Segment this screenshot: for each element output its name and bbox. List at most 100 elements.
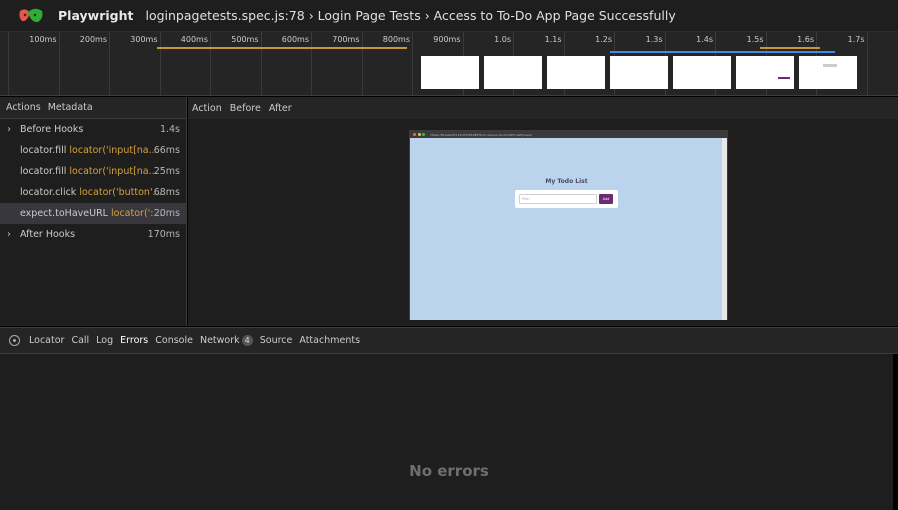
maximize-dot-icon	[422, 133, 425, 136]
action-row[interactable]: locator.click locator('button'... 68ms	[0, 182, 186, 203]
filmstrip-frame[interactable]	[610, 56, 668, 89]
tab-label: Locator	[29, 335, 65, 346]
timeline-tick-label: 1.1s	[544, 35, 562, 44]
snapshot-browser-frame: https://f61abe35714c0d7452887bc5-unique-…	[409, 130, 728, 320]
action-title: After Hooks	[20, 229, 76, 240]
filmstrip-button-mark	[778, 77, 790, 79]
action-row[interactable]: locator.fill locator('input[na... 66ms	[0, 140, 186, 161]
playwright-logo-icon	[19, 8, 43, 22]
action-locator: locator('button'...	[79, 187, 162, 198]
filmstrip-frame[interactable]	[736, 56, 794, 89]
tab-source[interactable]: Source	[260, 335, 293, 346]
tab-before[interactable]: Before	[230, 103, 261, 114]
tab-locator[interactable]: Locator	[29, 335, 64, 346]
action-duration: 25ms	[153, 166, 180, 177]
action-duration: 66ms	[153, 145, 180, 156]
timeline-tick-label: 1.2s	[595, 35, 612, 44]
right-edge	[893, 354, 898, 510]
action-duration: 170ms	[147, 229, 180, 240]
timeline-tick	[412, 32, 413, 95]
pick-locator-icon[interactable]	[9, 335, 20, 346]
app-name: Playwright	[58, 8, 134, 23]
timeline-tick-label: 900ms	[433, 35, 461, 44]
tab-network[interactable]: Network 4	[200, 335, 253, 346]
filmstrip-frame[interactable]	[547, 56, 605, 89]
tab-errors[interactable]: Errors	[120, 335, 148, 346]
tab-console[interactable]: Console	[155, 335, 193, 346]
bottom-panel-tabs: Locator Call Log Errors Console Network 4 Sourc…	[0, 327, 898, 354]
snapshot-viewport[interactable]: My Todo List Plan Add	[410, 138, 723, 320]
todo-input[interactable]: Plan	[519, 194, 597, 204]
tab-log[interactable]: Log	[96, 335, 113, 346]
tab-actions[interactable]: Actions	[5, 102, 42, 113]
timeline-tick-label: 100ms	[29, 35, 57, 44]
action-row[interactable]: locator.fill locator('input[na... 25ms	[0, 161, 186, 182]
tab-attachments[interactable]: Attachments	[299, 335, 360, 346]
tab-label: Network	[199, 335, 240, 346]
title-bar: Playwright loginpagetests.spec.js:78 › L…	[0, 0, 898, 32]
snapshot-tabs: Action Before After	[188, 97, 898, 119]
timeline-tick	[159, 32, 161, 95]
timeline[interactable]: 100ms 200ms 300ms 400ms 500ms 600ms 700ms 800ms…	[0, 32, 898, 96]
action-list: › Before Hooks 1.4s locator.fill locator('i…	[0, 119, 186, 245]
timeline-tick-label: 700ms	[332, 35, 360, 44]
tab-label: Log	[96, 335, 114, 346]
tab-after[interactable]: After	[269, 103, 292, 114]
timeline-tick-label: 1.8	[871, 35, 898, 44]
snapshot-panel: Action Before After https://f61abe35714c…	[188, 97, 898, 326]
action-locator: locator('input[na...	[69, 145, 158, 156]
action-locator: locator('input[na...	[69, 166, 158, 177]
filmstrip-frame[interactable]	[673, 56, 731, 89]
filmstrip-frame[interactable]	[484, 56, 542, 89]
timeline-tick-label: 300ms	[130, 35, 158, 44]
chevron-right-icon[interactable]: ›	[7, 224, 11, 245]
actions-panel-tabs: Actions Metadata	[0, 97, 186, 119]
timeline-tick-label: 200ms	[79, 35, 107, 44]
timeline-tick-label: 1.5s	[746, 35, 764, 44]
action-title: Before Hooks	[20, 124, 84, 135]
timeline-activity-bar	[760, 47, 820, 49]
action-duration: 1.4s	[159, 124, 180, 135]
timeline-tick-label: 500ms	[231, 35, 259, 44]
bottom-tab-list: Locator Call Log Errors Console Network 4 Sourc…	[29, 335, 367, 346]
tab-metadata[interactable]: Metadata	[47, 102, 94, 113]
filmstrip-frame[interactable]	[421, 56, 479, 89]
action-duration: 20ms	[153, 208, 180, 219]
todo-heading: My Todo List	[545, 178, 588, 185]
breadcrumb: loginpagetests.spec.js:78 › Login Page T…	[145, 8, 676, 23]
timeline-tick	[866, 32, 868, 95]
timeline-tick-label: 1.3s	[645, 35, 663, 44]
tab-label: Errors	[120, 335, 149, 346]
chevron-right-icon[interactable]: ›	[7, 119, 11, 140]
todo-add-button[interactable]: Add	[599, 194, 613, 204]
action-title: expect.toHaveURL	[20, 208, 108, 219]
empty-state-message: No errors	[409, 462, 489, 480]
tab-call[interactable]: Call	[71, 335, 89, 346]
action-duration: 68ms	[153, 187, 180, 198]
timeline-tick-label: 1.6s	[797, 35, 814, 44]
action-title: locator.click	[20, 187, 77, 198]
action-row[interactable]: › After Hooks 170ms	[0, 224, 186, 245]
timeline-tick-label: 400ms	[180, 35, 208, 44]
filmstrip-frame[interactable]	[799, 56, 857, 89]
timeline-tick	[58, 32, 60, 95]
action-row[interactable]: expect.toHaveURL locator(':... 20ms	[0, 203, 186, 224]
timeline-tick	[210, 32, 211, 95]
timeline-tick-label: 800ms	[382, 35, 410, 44]
timeline-tick-label: 600ms	[281, 35, 309, 44]
browser-url: https://f61abe35714c0d7452887bc5-unique-…	[430, 132, 533, 137]
todo-form: Plan Add	[515, 190, 618, 208]
tab-action[interactable]: Action	[192, 103, 222, 114]
timeline-tick	[311, 32, 312, 95]
timeline-tick	[260, 32, 262, 95]
timeline-tick-label: 1.4s	[696, 35, 713, 44]
action-row[interactable]: › Before Hooks 1.4s	[0, 119, 186, 140]
timeline-tick-label: 1.7s	[847, 35, 865, 44]
timeline-tick	[109, 32, 110, 95]
filmstrip-form-mark	[823, 64, 837, 67]
close-dot-icon	[413, 133, 416, 136]
timeline-tick	[8, 32, 9, 95]
timeline-activity-bar	[157, 47, 407, 49]
snapshot-scrollbar[interactable]	[722, 138, 727, 320]
tab-label: Attachments	[299, 335, 361, 346]
